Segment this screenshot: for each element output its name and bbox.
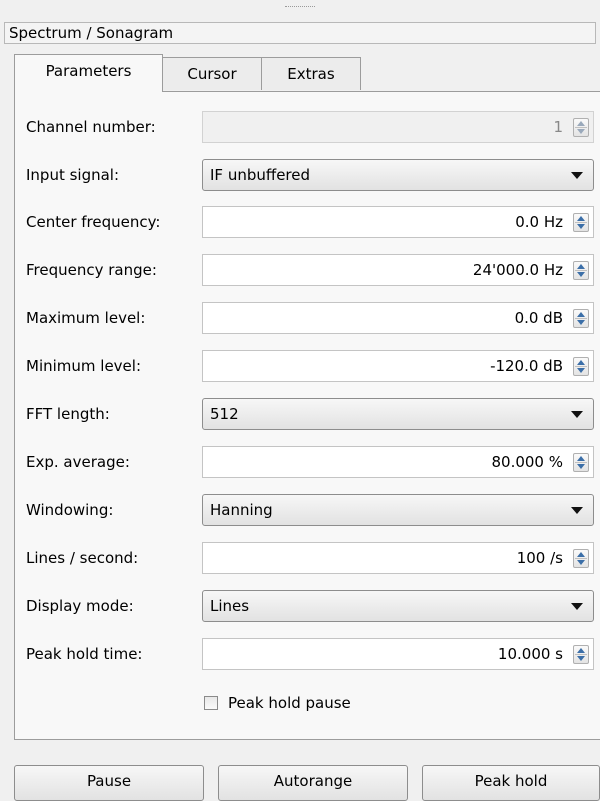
channel-number-value: 1 xyxy=(553,118,563,136)
autorange-button-label: Autorange xyxy=(273,772,353,790)
spin-updown-icon[interactable] xyxy=(573,309,589,328)
maximum-level-value: 0.0 dB xyxy=(514,309,563,327)
frequency-range-label: Frequency range: xyxy=(26,261,157,279)
maximum-level-spinbox[interactable]: 0.0 dB xyxy=(202,302,594,334)
spin-updown-icon[interactable] xyxy=(573,645,589,664)
pause-button[interactable]: Pause xyxy=(14,765,204,801)
fft-length-value: 512 xyxy=(210,405,239,423)
peak-hold-time-value: 10.000 s xyxy=(497,645,563,663)
maximum-level-row: Maximum level: 0.0 dB xyxy=(26,302,600,334)
exp-average-label: Exp. average: xyxy=(26,453,130,471)
display-mode-label: Display mode: xyxy=(26,597,134,615)
lines-per-second-value: 100 /s xyxy=(516,549,563,567)
tab-parameters-label: Parameters xyxy=(45,62,132,80)
peak-hold-time-row: Peak hold time: 10.000 s xyxy=(26,638,600,670)
chevron-down-icon xyxy=(571,411,583,418)
lines-per-second-label: Lines / second: xyxy=(26,549,139,567)
center-frequency-spinbox[interactable]: 0.0 Hz xyxy=(202,206,594,238)
tab-parameters[interactable]: Parameters xyxy=(14,54,163,92)
window-title: Spectrum / Sonagram xyxy=(4,22,596,44)
minimum-level-value: -120.0 dB xyxy=(490,357,563,375)
chevron-down-icon xyxy=(571,507,583,514)
fft-length-label: FFT length: xyxy=(26,405,110,423)
display-mode-row: Display mode: Lines xyxy=(26,590,600,622)
channel-number-row: Channel number: 1 xyxy=(26,111,600,143)
input-signal-row: Input signal: IF unbuffered xyxy=(26,159,600,191)
display-mode-value: Lines xyxy=(210,597,250,615)
input-signal-value: IF unbuffered xyxy=(210,166,311,184)
peak-hold-time-label: Peak hold time: xyxy=(26,645,143,663)
tab-cursor[interactable]: Cursor xyxy=(161,57,263,90)
tab-extras[interactable]: Extras xyxy=(261,57,361,90)
windowing-row: Windowing: Hanning xyxy=(26,494,600,526)
channel-number-label: Channel number: xyxy=(26,118,156,136)
spin-updown-icon[interactable] xyxy=(573,357,589,376)
autorange-button[interactable]: Autorange xyxy=(218,765,408,801)
peak-hold-button-label: Peak hold xyxy=(474,772,548,790)
frequency-range-spinbox[interactable]: 24'000.0 Hz xyxy=(202,254,594,286)
spin-updown-icon[interactable] xyxy=(573,453,589,472)
display-mode-select[interactable]: Lines xyxy=(202,590,594,622)
checkbox-unchecked-icon[interactable] xyxy=(204,696,218,710)
peak-hold-time-spinbox[interactable]: 10.000 s xyxy=(202,638,594,670)
drag-grip[interactable] xyxy=(285,6,315,9)
chevron-down-icon xyxy=(571,603,583,610)
lines-per-second-row: Lines / second: 100 /s xyxy=(26,542,600,574)
window-title-text: Spectrum / Sonagram xyxy=(9,24,174,42)
maximum-level-label: Maximum level: xyxy=(26,309,146,327)
frequency-range-value: 24'000.0 Hz xyxy=(472,261,563,279)
spin-updown-icon[interactable] xyxy=(573,261,589,280)
fft-length-row: FFT length: 512 xyxy=(26,398,600,430)
input-signal-label: Input signal: xyxy=(26,166,120,184)
tab-cursor-label: Cursor xyxy=(187,65,237,83)
minimum-level-row: Minimum level: -120.0 dB xyxy=(26,350,600,382)
spin-updown-icon[interactable] xyxy=(573,118,589,137)
frequency-range-row: Frequency range: 24'000.0 Hz xyxy=(26,254,600,286)
exp-average-spinbox[interactable]: 80.000 % xyxy=(202,446,594,478)
channel-number-spinbox[interactable]: 1 xyxy=(202,111,594,143)
center-frequency-label: Center frequency: xyxy=(26,213,161,231)
lines-per-second-spinbox[interactable]: 100 /s xyxy=(202,542,594,574)
peak-hold-pause-label: Peak hold pause xyxy=(228,694,351,712)
tab-extras-label: Extras xyxy=(287,65,335,83)
pause-button-label: Pause xyxy=(86,772,132,790)
minimum-level-label: Minimum level: xyxy=(26,357,142,375)
center-frequency-row: Center frequency: 0.0 Hz xyxy=(26,206,600,238)
minimum-level-spinbox[interactable]: -120.0 dB xyxy=(202,350,594,382)
exp-average-value: 80.000 % xyxy=(491,453,563,471)
peak-hold-button[interactable]: Peak hold xyxy=(422,765,600,801)
input-signal-select[interactable]: IF unbuffered xyxy=(202,159,594,191)
windowing-label: Windowing: xyxy=(26,501,114,519)
chevron-down-icon xyxy=(571,172,583,179)
windowing-select[interactable]: Hanning xyxy=(202,494,594,526)
spin-updown-icon[interactable] xyxy=(573,213,589,232)
windowing-value: Hanning xyxy=(210,501,273,519)
center-frequency-value: 0.0 Hz xyxy=(515,213,563,231)
spin-updown-icon[interactable] xyxy=(573,549,589,568)
fft-length-select[interactable]: 512 xyxy=(202,398,594,430)
exp-average-row: Exp. average: 80.000 % xyxy=(26,446,600,478)
